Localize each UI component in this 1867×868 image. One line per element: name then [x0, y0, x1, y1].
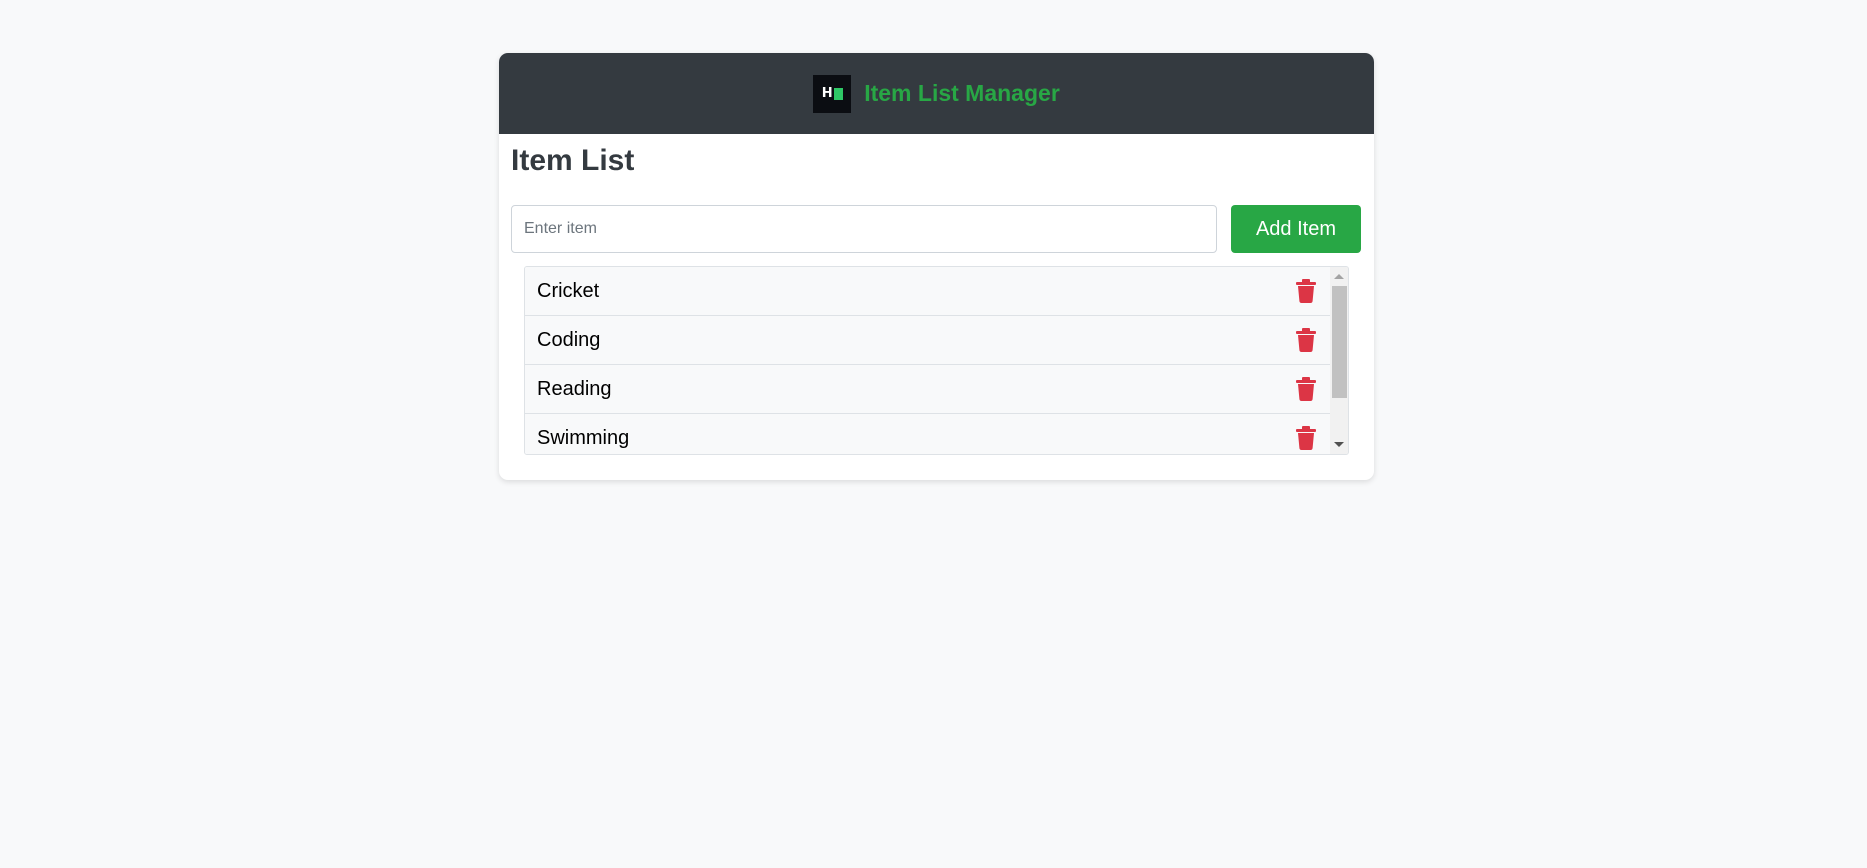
add-item-button[interactable]: Add Item	[1231, 205, 1361, 253]
scrollbar-thumb[interactable]	[1332, 286, 1347, 398]
scroll-up-icon[interactable]	[1334, 274, 1344, 279]
item-label: Swimming	[537, 426, 630, 449]
list-scrollbar[interactable]	[1330, 267, 1348, 454]
item-label: Coding	[537, 328, 601, 351]
list-item: Swimming	[525, 414, 1330, 454]
scroll-down-icon[interactable]	[1334, 442, 1344, 447]
list-item: Coding	[525, 316, 1330, 365]
logo-letter: H	[821, 86, 833, 101]
trash-icon[interactable]	[1296, 328, 1316, 352]
item-list-container: Cricket Coding Reading Swimming	[524, 266, 1349, 455]
item-manager-card: H Item List Manager Item List Add Item C…	[499, 53, 1374, 480]
list-item: Cricket	[525, 267, 1330, 316]
item-input[interactable]	[511, 205, 1217, 253]
trash-icon[interactable]	[1296, 377, 1316, 401]
app-header: H Item List Manager	[499, 53, 1374, 134]
trash-icon[interactable]	[1296, 426, 1316, 450]
item-label: Reading	[537, 377, 612, 400]
item-list: Cricket Coding Reading Swimming	[525, 267, 1330, 454]
app-title: Item List Manager	[864, 80, 1060, 106]
logo-block	[833, 87, 843, 100]
page-title: Item List	[511, 144, 635, 177]
trash-icon[interactable]	[1296, 279, 1316, 303]
app-logo: H	[813, 74, 852, 113]
item-label: Cricket	[537, 279, 600, 302]
list-item: Reading	[525, 365, 1330, 414]
